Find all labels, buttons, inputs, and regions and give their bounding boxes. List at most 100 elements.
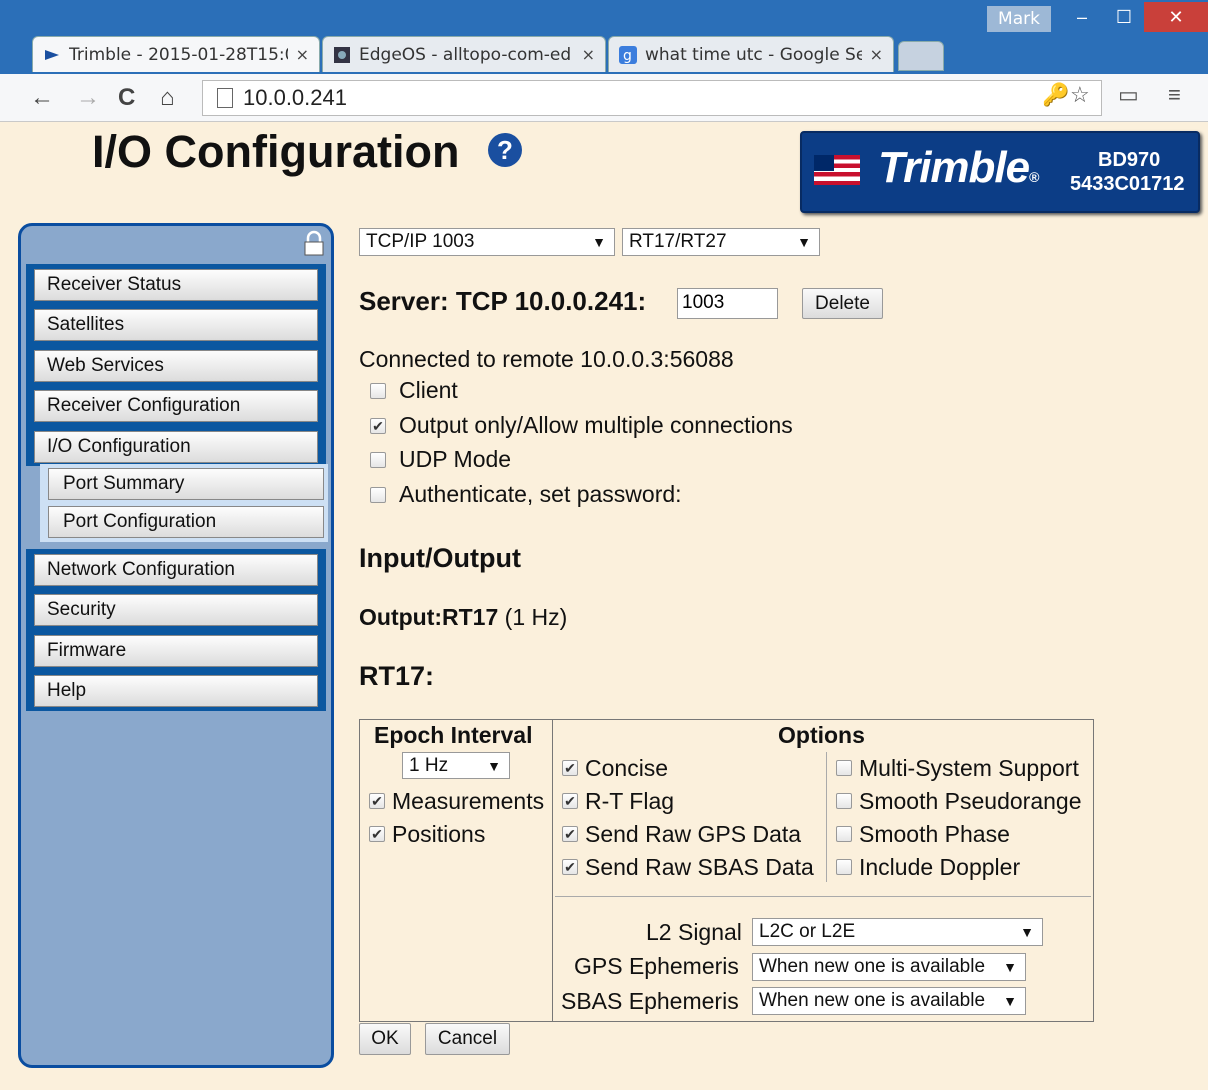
tab-title: EdgeOS - alltopo-com-ed (359, 44, 572, 65)
cancel-button[interactable]: Cancel (425, 1023, 510, 1055)
tab-title: Trimble - 2015-01-28T15:0 (69, 44, 288, 65)
dropdown-arrow-icon: ▼ (1020, 924, 1034, 940)
forward-arrow-icon[interactable]: → (76, 84, 100, 112)
close-tab-icon[interactable]: × (582, 45, 595, 64)
trimble-favicon-icon (43, 46, 61, 64)
minimize-button[interactable]: – (1060, 2, 1104, 32)
sbas-ephemeris-select[interactable]: When new one is available ▼ (752, 987, 1026, 1015)
gps-ephemeris-label: GPS Ephemeris (574, 953, 739, 979)
trimble-banner: Trimble® BD970 5433C01712 (800, 131, 1200, 213)
sidebar-item-satellites[interactable]: Satellites (34, 309, 318, 341)
new-tab-button[interactable] (898, 41, 944, 71)
concise-label: Concise (585, 755, 669, 781)
sidebar-item-receiver-status[interactable]: Receiver Status (34, 269, 318, 301)
sidebar-item-receiver-configuration[interactable]: Receiver Configuration (34, 390, 318, 422)
client-label: Client (399, 377, 458, 403)
output-only-label: Output only/Allow multiple connections (399, 412, 793, 438)
measurements-label: Measurements (392, 788, 545, 814)
key-icon[interactable]: 🔑 (1042, 82, 1069, 108)
io-heading: Input/Output (359, 543, 521, 573)
tab-trimble[interactable]: Trimble - 2015-01-28T15:0 × (32, 36, 320, 72)
include-doppler-checkbox[interactable] (836, 859, 852, 875)
menu-icon[interactable]: ≡ (1168, 82, 1181, 108)
home-icon[interactable]: ⌂ (160, 84, 175, 112)
epoch-interval-heading: Epoch Interval (374, 722, 533, 748)
receiver-serial: 5433C01712 (1070, 173, 1185, 195)
sidebar-item-network-configuration[interactable]: Network Configuration (34, 554, 318, 586)
positions-label: Positions (392, 821, 486, 847)
bookmark-star-icon[interactable]: ☆ (1070, 82, 1090, 108)
include-doppler-label: Include Doppler (859, 854, 1021, 880)
l2-signal-select[interactable]: L2C or L2E ▼ (752, 918, 1043, 946)
help-icon[interactable]: ? (488, 133, 522, 167)
client-checkbox[interactable] (370, 383, 386, 399)
sidebar-subnav: Port Summary Port Configuration (40, 464, 328, 542)
dropdown-arrow-icon: ▼ (797, 234, 811, 250)
send-raw-gps-checkbox[interactable]: ✔ (562, 826, 578, 842)
receiver-model: BD970 (1098, 149, 1161, 171)
server-label: Server: TCP 10.0.0.241: (359, 286, 647, 316)
positions-checkbox[interactable]: ✔ (369, 826, 385, 842)
sidebar-item-port-configuration[interactable]: Port Configuration (48, 506, 324, 538)
format-select[interactable]: RT17/RT27 ▼ (622, 228, 820, 256)
dropdown-arrow-icon: ▼ (1003, 993, 1017, 1009)
us-flag-icon (814, 155, 860, 185)
svg-text:g: g (623, 48, 632, 64)
multi-system-checkbox[interactable] (836, 760, 852, 776)
concise-checkbox[interactable]: ✔ (562, 760, 578, 776)
rt-flag-checkbox[interactable]: ✔ (562, 793, 578, 809)
table-divider (555, 896, 1091, 897)
page-icon (217, 88, 233, 108)
lock-icon[interactable] (304, 230, 324, 256)
page-title: I/O Configuration (92, 126, 460, 177)
rt17-heading: RT17: (359, 661, 435, 691)
epoch-interval-select[interactable]: 1 Hz ▼ (402, 752, 510, 779)
dropdown-arrow-icon: ▼ (487, 758, 501, 774)
reload-icon[interactable]: C (118, 84, 135, 112)
smooth-pseudorange-checkbox[interactable] (836, 793, 852, 809)
smooth-phase-label: Smooth Phase (859, 821, 1010, 847)
udp-mode-checkbox[interactable] (370, 452, 386, 468)
udp-mode-label: UDP Mode (399, 446, 512, 472)
output-only-checkbox[interactable]: ✔ (370, 418, 386, 434)
address-bar[interactable]: 10.0.0.241 (202, 80, 1102, 116)
delete-button[interactable]: Delete (802, 288, 883, 319)
close-tab-icon[interactable]: × (296, 45, 309, 64)
cast-icon[interactable]: ▭ (1118, 82, 1139, 108)
authenticate-label: Authenticate, set password: (399, 481, 682, 507)
table-divider (826, 752, 827, 882)
tab-google[interactable]: g what time utc - Google Se × (608, 36, 894, 72)
user-profile-button[interactable]: Mark (987, 6, 1051, 32)
connection-status: Connected to remote 10.0.0.3:56088 (359, 346, 734, 372)
l2-signal-label: L2 Signal (646, 919, 742, 945)
sidebar-item-port-summary[interactable]: Port Summary (48, 468, 324, 500)
gps-ephemeris-select[interactable]: When new one is available ▼ (752, 953, 1026, 981)
send-raw-sbas-checkbox[interactable]: ✔ (562, 859, 578, 875)
url-text: 10.0.0.241 (243, 85, 347, 110)
trimble-logo: Trimble® (878, 143, 1039, 192)
output-summary: Output:RT17 (1 Hz) (359, 604, 568, 630)
multi-system-label: Multi-System Support (859, 755, 1079, 781)
sidebar-item-security[interactable]: Security (34, 594, 318, 626)
measurements-checkbox[interactable]: ✔ (369, 793, 385, 809)
server-port-input[interactable]: 1003 (677, 288, 778, 319)
sidebar-item-help[interactable]: Help (34, 675, 318, 707)
sidebar-item-web-services[interactable]: Web Services (34, 350, 318, 382)
smooth-phase-checkbox[interactable] (836, 826, 852, 842)
options-heading: Options (778, 722, 865, 748)
close-window-button[interactable]: ✕ (1144, 2, 1208, 32)
sidebar-item-firmware[interactable]: Firmware (34, 635, 318, 667)
tab-title: what time utc - Google Se (645, 44, 862, 65)
sidebar-item-io-configuration[interactable]: I/O Configuration (34, 431, 318, 463)
rt-flag-label: R-T Flag (585, 788, 675, 814)
close-tab-icon[interactable]: × (870, 45, 883, 64)
ok-button[interactable]: OK (359, 1023, 411, 1055)
authenticate-checkbox[interactable] (370, 487, 386, 503)
port-select[interactable]: TCP/IP 1003 ▼ (359, 228, 615, 256)
back-arrow-icon[interactable]: ← (30, 84, 54, 112)
tab-strip: Trimble - 2015-01-28T15:0 × EdgeOS - all… (0, 30, 1208, 74)
smooth-pseudorange-label: Smooth Pseudorange (859, 788, 1082, 814)
google-favicon-icon: g (619, 45, 637, 64)
maximize-button[interactable]: ☐ (1102, 2, 1146, 32)
tab-edgeos[interactable]: EdgeOS - alltopo-com-ed × (322, 36, 606, 72)
